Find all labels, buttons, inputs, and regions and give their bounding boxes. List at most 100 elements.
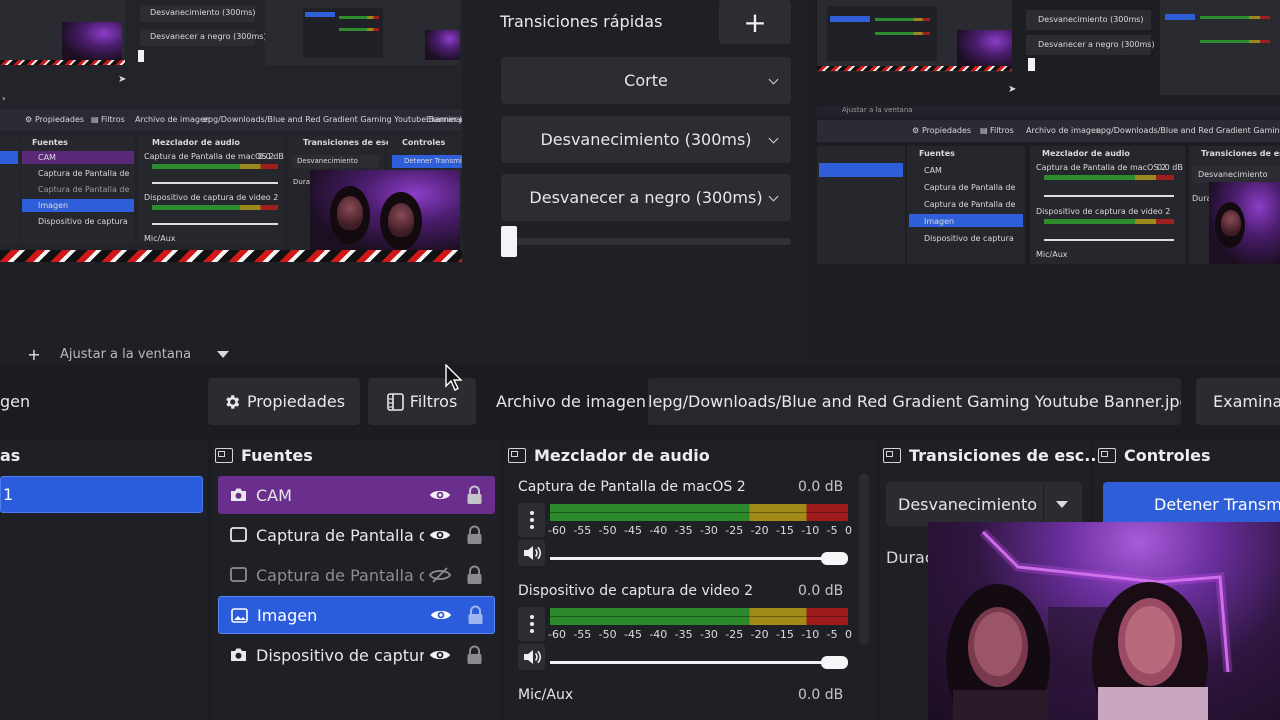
mini-properties-bar: ⚙ Propiedades ▤ Filtros Archivo de image…	[0, 109, 462, 131]
meter-tick: -55	[573, 524, 592, 537]
panel-divider[interactable]	[462, 0, 482, 365]
volume-slider-track[interactable]	[550, 557, 846, 560]
chevron-down-icon[interactable]	[768, 74, 779, 85]
source-row-screen-capture-1[interactable]: Captura de Pantalla de macOS	[218, 516, 495, 554]
mixer-track-name: Mic/Aux	[518, 687, 574, 703]
mini-source-label: Captura de Pantalla de	[38, 185, 130, 194]
meter-tick-labels: -60 -55 -50 -45 -40 -35 -30 -25 -20 -15 -10 -5 0	[548, 628, 852, 641]
mini-stop-btn: Detener Transmi	[392, 155, 462, 168]
eye-icon[interactable]	[429, 487, 451, 503]
mini-mixer-track: Captura de Pantalla de macOS 2	[144, 152, 275, 161]
r-fit-label: Ajustar a la ventana	[842, 106, 913, 114]
chevron-down-icon[interactable]	[768, 133, 779, 144]
fit-to-window-label[interactable]: Ajustar a la ventana	[60, 347, 191, 362]
browse-button[interactable]: Examinar	[1196, 378, 1280, 425]
chevron-down-icon[interactable]	[217, 350, 230, 358]
lock-icon[interactable]	[466, 485, 483, 505]
meter-tick: -30	[699, 628, 718, 641]
track-menu-button[interactable]	[518, 607, 545, 641]
dock-icon[interactable]	[215, 448, 233, 463]
meter-tick: -30	[699, 524, 718, 537]
mouse-cursor-icon	[445, 364, 463, 391]
mixer-track-name: Dispositivo de captura de video 2	[518, 583, 754, 599]
add-transition-button[interactable]: +	[719, 0, 791, 44]
mini-meter	[875, 18, 930, 21]
volume-slider-handle[interactable]	[821, 656, 848, 669]
scene-list-item[interactable]: 1	[0, 476, 203, 513]
mini-dropdown-1: Desvanecimiento (300ms)	[140, 5, 256, 22]
r-mixer-track: Dispositivo de captura de video 2	[1036, 207, 1171, 216]
r-person-face	[1221, 210, 1241, 236]
transition-fade-to-black-button[interactable]: Desvanecer a negro (300ms)	[501, 174, 791, 221]
meter-tick: 0	[844, 524, 852, 537]
dock-icon[interactable]	[883, 448, 901, 463]
source-row-capture-device[interactable]: Dispositivo de captura de video	[218, 636, 495, 674]
preview-canvas-left[interactable]: Desvanecimiento (300ms) Desvanecer a neg…	[0, 0, 462, 262]
mixer-track-db: 0.0 dB	[798, 479, 844, 495]
mini-source-label: Dispositivo de captura	[38, 217, 128, 226]
scene-item-name-fragment: gen	[0, 392, 31, 411]
source-row-screen-capture-2[interactable]: Captura de Pantalla de macOS	[218, 556, 495, 594]
r-mini-snapshot	[827, 6, 937, 61]
preview-canvas-right[interactable]: Desvanecimiento (300ms) Desvanecer a neg…	[810, 0, 1280, 365]
r-fit-bar: Ajustar a la ventana	[817, 106, 1280, 116]
r-mini-webcam	[957, 30, 1012, 68]
stop-streaming-label: Detener Transmisión	[1154, 494, 1280, 514]
mini-stop-label: Detener Transmi	[404, 157, 462, 165]
source-row-image[interactable]: Imagen	[218, 596, 495, 634]
r-source-label: Dispositivo de captura	[924, 234, 1014, 243]
mini-meter	[1200, 16, 1270, 19]
scenes-dock-title: as	[0, 446, 20, 465]
mini-sources-title: Fuentes	[32, 138, 68, 147]
transition-option-label: Desvanecimiento (300ms)	[540, 130, 752, 149]
dock-icon[interactable]	[1098, 448, 1116, 463]
eye-icon[interactable]	[429, 527, 451, 543]
volume-slider-handle[interactable]	[821, 552, 848, 565]
tbar-slider-track[interactable]	[501, 238, 791, 245]
mixer-scrollbar[interactable]	[859, 474, 869, 644]
mini-transitions-title: Transiciones de esc...	[303, 138, 400, 147]
eye-icon[interactable]	[429, 647, 451, 663]
meter-tick: -60	[548, 628, 566, 641]
image-path-value: lepg/Downloads/Blue and Red Gradient Gam…	[648, 392, 1181, 411]
meter-tick: -20	[750, 524, 769, 537]
mini-controls-title: Controles	[402, 138, 446, 147]
mute-button[interactable]	[518, 644, 545, 670]
monitor-icon	[230, 567, 247, 582]
speaker-icon	[523, 650, 541, 664]
lock-icon[interactable]	[466, 525, 483, 545]
eye-off-icon[interactable]	[429, 566, 451, 584]
chevron-down-icon[interactable]	[1056, 501, 1068, 508]
mute-button[interactable]	[518, 540, 545, 566]
transition-option-label: Corte	[624, 71, 668, 90]
stop-streaming-button[interactable]: Detener Transmisión	[1103, 482, 1280, 526]
eye-icon[interactable]	[430, 607, 452, 623]
select-separator	[1043, 484, 1044, 524]
properties-button[interactable]: Propiedades	[208, 378, 360, 425]
quick-transitions-title: Transiciones rápidas	[500, 12, 663, 31]
track-menu-button[interactable]	[518, 503, 545, 537]
transition-select[interactable]: Desvanecimiento	[886, 482, 1082, 526]
mini-scenes	[0, 135, 20, 245]
image-path-field[interactable]: lepg/Downloads/Blue and Red Gradient Gam…	[648, 378, 1181, 425]
volume-slider-track[interactable]	[550, 661, 846, 664]
meter-tick: 0	[844, 628, 852, 641]
meter-tick: -5	[826, 524, 838, 537]
scene-transitions-title: Transiciones de esc...	[909, 446, 1103, 465]
dock-icon[interactable]	[508, 448, 526, 463]
chevron-down-icon[interactable]	[768, 191, 779, 202]
r-webcam	[1209, 182, 1280, 264]
r-path: epg/Downloads/Blue and Red Gradient Gami…	[1096, 126, 1280, 135]
lock-icon[interactable]	[466, 645, 483, 665]
r-mini-sel	[830, 16, 870, 22]
r-mixer-track: Captura de Pantalla de macOS 2	[1036, 163, 1167, 172]
transition-fade-button[interactable]: Desvanecimiento (300ms)	[501, 116, 791, 163]
lock-icon[interactable]	[466, 565, 483, 585]
lock-icon[interactable]	[467, 605, 484, 625]
r-filters-label: Filtros	[990, 126, 1014, 135]
meter-tick: -25	[725, 628, 744, 641]
source-row-cam[interactable]: CAM	[218, 476, 495, 514]
tbar-slider-handle[interactable]	[501, 226, 517, 257]
plus-icon[interactable]: +	[26, 345, 42, 364]
transition-cut-button[interactable]: Corte	[501, 57, 791, 104]
